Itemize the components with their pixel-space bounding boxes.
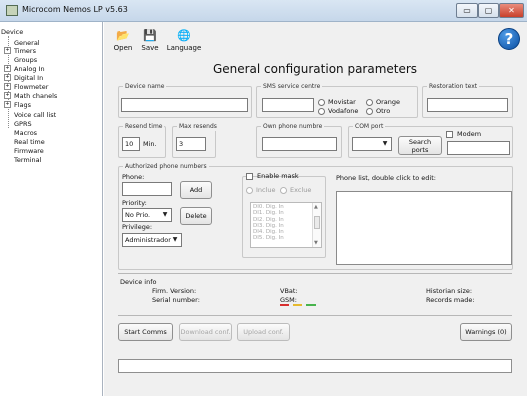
resend-time-input[interactable]: 10 xyxy=(122,137,140,151)
open-button[interactable]: 📂 Open xyxy=(112,29,134,57)
privilege-select[interactable]: Administrador ▼ xyxy=(122,233,182,247)
resend-time-label: Resend time xyxy=(123,122,165,131)
sms-service-input[interactable] xyxy=(262,98,314,112)
language-button[interactable]: 🌐 Language xyxy=(165,29,203,57)
device-info-bottom-divider xyxy=(118,315,512,316)
vodafone-label: Vodafone xyxy=(328,107,359,115)
tree-root-device[interactable]: Device xyxy=(1,27,23,37)
phone-label: Phone: xyxy=(122,173,145,181)
vbat-label: VBat: xyxy=(280,287,298,295)
help-icon[interactable]: ? xyxy=(498,28,520,50)
device-tree[interactable]: Device General + Timers Groups + Analog … xyxy=(0,22,103,396)
maximize-button[interactable]: ▢ xyxy=(478,3,499,18)
firm-version-label: Firm. Version: xyxy=(152,287,197,295)
search-ports-label-1: Search xyxy=(408,138,432,146)
device-info-label: Device info xyxy=(120,278,157,286)
globe-icon: 🌐 xyxy=(177,29,191,42)
enable-mask-label: Enable mask xyxy=(257,172,299,180)
expand-flowmeter-icon[interactable]: + xyxy=(4,83,11,90)
privilege-label: Privilege: xyxy=(122,223,153,231)
orange-label: Orange xyxy=(376,98,401,106)
page-title: General configuration parameters xyxy=(212,62,418,76)
enable-mask-checkbox[interactable] xyxy=(246,173,253,180)
include-label: Inclue xyxy=(256,186,276,194)
status-panel xyxy=(118,359,512,373)
sms-service-label: SMS service centre xyxy=(261,82,323,91)
dropdown-arrow-icon: ▼ xyxy=(162,211,168,218)
start-comms-button[interactable]: Start Comms xyxy=(118,323,173,341)
expand-timers-icon[interactable]: + xyxy=(4,47,11,54)
dropdown-arrow-icon: ▼ xyxy=(382,140,388,147)
dropdown-arrow-icon: ▼ xyxy=(172,236,178,243)
modem-label: Modem xyxy=(457,130,482,138)
upload-conf-button[interactable]: Upload conf. xyxy=(237,323,290,341)
authorized-phones-label: Authorized phone numbers xyxy=(123,162,209,171)
records-made-label: Records made: xyxy=(426,296,475,304)
own-phone-input[interactable] xyxy=(262,137,337,151)
otro-radio[interactable] xyxy=(366,108,373,115)
gsm-signal-green xyxy=(306,304,316,306)
expand-math-channels-icon[interactable]: + xyxy=(4,92,11,99)
otro-label: Otro xyxy=(376,107,391,115)
download-conf-button[interactable]: Download conf. xyxy=(179,323,232,341)
orange-radio[interactable] xyxy=(366,99,373,106)
priority-select[interactable]: No Prio. ▼ xyxy=(122,208,172,222)
expand-flags-icon[interactable]: + xyxy=(4,101,11,108)
mask-item[interactable]: DI5. Dig. In xyxy=(253,235,319,241)
delete-button[interactable]: Delete xyxy=(180,207,212,225)
device-info-top-divider xyxy=(118,273,512,274)
phone-list-label: Phone list, double click to edit: xyxy=(336,174,436,182)
save-button[interactable]: 💾 Save xyxy=(138,29,162,57)
mask-list-scrollbar[interactable]: ▲ ▼ xyxy=(312,203,321,247)
gsm-signal-yellow xyxy=(293,304,302,306)
priority-label: Priority: xyxy=(122,199,147,207)
device-name-input[interactable] xyxy=(121,98,248,112)
warnings-button[interactable]: Warnings (0) xyxy=(460,323,512,341)
folder-icon: 📂 xyxy=(116,29,130,42)
save-label: Save xyxy=(141,44,159,52)
movistar-radio[interactable] xyxy=(318,99,325,106)
add-button[interactable]: Add xyxy=(180,181,212,199)
scroll-down-icon[interactable]: ▼ xyxy=(314,240,318,246)
search-ports-label-2: ports xyxy=(411,146,429,154)
expand-analog-in-icon[interactable]: + xyxy=(4,65,11,72)
restoration-text-input[interactable] xyxy=(427,98,508,112)
expand-digital-in-icon[interactable]: + xyxy=(4,74,11,81)
priority-value: No Prio. xyxy=(125,211,151,219)
modem-checkbox[interactable] xyxy=(446,131,453,138)
max-resends-label: Max resends xyxy=(177,122,219,131)
phone-input[interactable] xyxy=(122,182,172,196)
tree-item-terminal[interactable]: Terminal xyxy=(14,155,41,165)
movistar-label: Movistar xyxy=(328,98,356,106)
own-phone-label: Own phone numbre xyxy=(261,122,325,131)
tree-item-flags[interactable]: Flags xyxy=(14,100,31,110)
restoration-text-label: Restoration text xyxy=(427,82,480,91)
exclude-label: Exclue xyxy=(290,186,312,194)
open-label: Open xyxy=(113,44,133,52)
floppy-disk-icon: 💾 xyxy=(143,29,157,42)
privilege-value: Administrador xyxy=(125,236,171,244)
vodafone-radio[interactable] xyxy=(318,108,325,115)
scroll-up-icon[interactable]: ▲ xyxy=(314,204,318,210)
search-ports-button[interactable]: Search ports xyxy=(398,136,442,155)
scroll-thumb[interactable] xyxy=(314,216,320,229)
modem-input[interactable] xyxy=(447,141,510,155)
close-button[interactable]: ✕ xyxy=(499,3,524,18)
minimize-button[interactable]: ▭ xyxy=(456,3,478,18)
app-icon xyxy=(6,5,18,16)
com-port-label: COM port xyxy=(353,122,386,131)
com-port-select[interactable]: ▼ xyxy=(352,137,392,151)
device-name-label: Device name xyxy=(123,82,167,91)
include-radio[interactable] xyxy=(246,187,253,194)
serial-number-label: Serial number: xyxy=(152,296,200,304)
resend-time-unit: Min. xyxy=(143,140,157,148)
language-label: Language xyxy=(166,44,202,52)
window-title: Microcom Nemos LP v5.63 xyxy=(22,5,128,14)
historian-size-label: Historian size: xyxy=(426,287,473,295)
gsm-signal-red xyxy=(280,304,289,306)
configuration-panel: 📂 Open 💾 Save 🌐 Language ? General confi… xyxy=(104,22,527,396)
exclude-radio[interactable] xyxy=(280,187,287,194)
max-resends-input[interactable]: 3 xyxy=(176,137,206,151)
phone-list[interactable] xyxy=(336,191,512,265)
